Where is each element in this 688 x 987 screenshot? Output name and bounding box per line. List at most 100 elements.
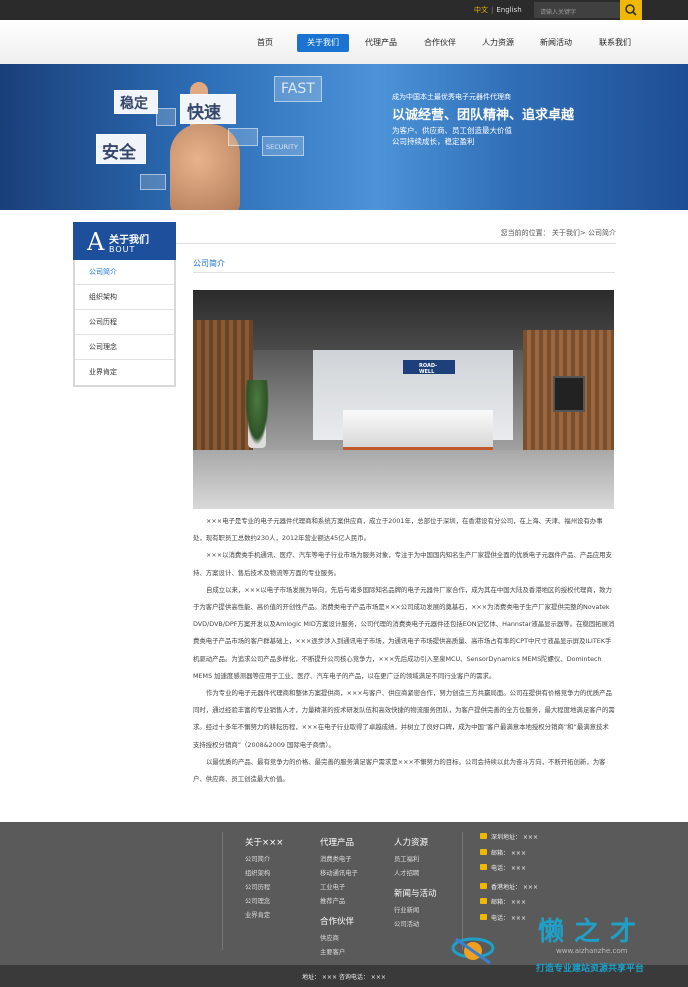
watermark-title: 懒之才 [538, 917, 647, 947]
office-photo: ROAD-WELL [193, 290, 614, 509]
mail-icon [480, 898, 487, 904]
nav-item-hr[interactable]: 人力资源 [477, 34, 519, 52]
sidebar-item-philosophy[interactable]: 公司理念 [75, 335, 174, 360]
article-paragraph: ×××电子是专业的电子元器件代理商和系统方案供应商，成立于2001年，总部位于深… [193, 517, 603, 543]
banner-slogan: 成为中国本土最优秀电子元器件代理商 以诚经营、团队精神、追求卓越 为客户、供应商… [392, 92, 574, 147]
banner-tile-blank [228, 128, 258, 146]
sidebar-header-letter: A [87, 228, 105, 256]
contact-text: 邮箱： ××× [491, 849, 526, 857]
article-body: ×××电子是专业的电子元器件代理商和系统方案供应商，成立于2001年，总部位于深… [193, 513, 615, 788]
contact-text: 深圳地址： ××× [491, 834, 538, 841]
article-paragraph: ×××以消费类手机通讯、医疗、汽车等电子行业市场为服务对象，专注于为中国国内知名… [193, 551, 612, 577]
section-title: 公司简介 [193, 258, 225, 273]
sidebar-item-structure[interactable]: 组织架构 [75, 285, 174, 310]
contact-line: 邮箱： ××× [480, 846, 538, 862]
banner-headline: 以诚经营、团队精神、追求卓越 [392, 108, 575, 123]
nav-item-partners[interactable]: 合作伙伴 [419, 34, 461, 52]
sidebar-header-subtitle: BOUT [109, 245, 136, 254]
banner-tile-secure: 安全 [96, 134, 146, 164]
sidebar-item-recognition[interactable]: 业界肯定 [75, 360, 174, 385]
footer-link[interactable]: 组织架构 [245, 867, 283, 881]
footer-link[interactable]: 消费类电子 [320, 853, 358, 867]
sidebar-menu: 公司简介 组织架构 公司历程 公司理念 业界肯定 [73, 260, 176, 387]
footer-heading: 代理产品 [320, 838, 355, 848]
watermark-slogan: 打造专业建站资源共享平台 [536, 964, 645, 974]
search-button[interactable] [620, 0, 642, 20]
footer-link[interactable]: 行业新闻 [394, 904, 437, 918]
banner-line-1: 为客户、供应商、员工创造最大价值 [392, 126, 512, 135]
footer-link[interactable]: 业界肯定 [245, 909, 283, 923]
banner-line-2: 公司持续成长，稳定盈利 [392, 137, 475, 146]
nav-item-products[interactable]: 代理产品 [360, 34, 402, 52]
footer-col-about: 关于××× 公司简介 组织架构 公司历程 公司理念 业界肯定 [245, 836, 283, 923]
footer-link[interactable]: 公司理念 [245, 895, 283, 909]
footer-heading: 新闻与活动 [394, 889, 437, 899]
watermark: 懒之才 www.aizhanzhe.com 打造专业建站资源共享平台 [450, 905, 688, 985]
watermark-logo-icon [451, 937, 495, 965]
footer-link[interactable]: 工业电子 [320, 881, 358, 895]
bottom-address: 地址： ××× 咨询电话： ××× [302, 974, 386, 981]
contact-line: 电话： ××× [480, 861, 538, 877]
footer-link[interactable]: 人才招聘 [394, 867, 437, 881]
watermark-url: www.aizhanzhe.com [556, 947, 628, 955]
breadcrumb: 您当前的位置： 关于我们> 公司简介 [500, 229, 616, 237]
footer-heading: 合作伙伴 [320, 917, 355, 927]
article-paragraph: 作为专业的电子元器件代理商和整体方案提供商，×××与客户、供应商紧密合作，努力创… [193, 689, 615, 749]
nav-item-news[interactable]: 新闻活动 [535, 34, 577, 52]
footer-link[interactable]: 公司活动 [394, 918, 437, 932]
footer-link[interactable]: 公司简介 [245, 853, 283, 867]
location-icon [480, 833, 487, 839]
banner-tile-security: SECURITY [262, 136, 304, 156]
banner-tile-fast-cn: 快速 [180, 94, 236, 124]
nav-item-contact[interactable]: 联系我们 [594, 34, 636, 52]
footer-divider [222, 832, 223, 950]
banner-tile-fast-en: FAST [274, 76, 322, 102]
contact-line: 香港地址： ××× [480, 880, 538, 896]
photo-plant [245, 380, 269, 445]
contact-line: 深圳地址： ××× [480, 830, 538, 846]
contact-text: 电话： ××× [491, 865, 526, 872]
footer-link[interactable]: 主要客户 [320, 946, 358, 960]
article-paragraph: 自成立以来，×××以电子市场发展为导向，先后与诸多国际知名品牌的电子元器件厂家合… [193, 585, 615, 680]
sidebar-header-title: 关于我们 [109, 235, 149, 246]
footer-col-products: 代理产品 消费类电子 移动通讯电子 工业电子 推荐产品 合作伙伴 供应商 主要客… [320, 836, 358, 960]
footer-link[interactable]: 供应商 [320, 932, 358, 946]
banner-tile-blank [140, 174, 166, 190]
footer-heading: 人力资源 [394, 838, 429, 848]
sidebar-item-history[interactable]: 公司历程 [75, 310, 174, 335]
photo-wall-left [193, 320, 253, 460]
footer-col-hr: 人力资源 员工福利 人才招聘 新闻与活动 行业新闻 公司活动 [394, 836, 437, 932]
search-icon [625, 4, 637, 16]
nav-item-about[interactable]: 关于我们 [297, 34, 349, 52]
language-switcher: 中文 | English [474, 5, 522, 15]
footer-link[interactable]: 推荐产品 [320, 895, 358, 909]
footer-link[interactable]: 员工福利 [394, 853, 437, 867]
hero-banner: 稳定 快速 FAST 安全 SECURITY 成为中国本土最优秀电子元器件代理商… [0, 64, 688, 210]
photo-logo-sign: ROAD-WELL [403, 360, 455, 375]
lang-separator: | [491, 6, 494, 14]
banner-tile-blank [156, 108, 176, 126]
nav-item-home[interactable]: 首页 [250, 34, 280, 52]
photo-floor [193, 450, 614, 509]
location-icon [480, 882, 487, 889]
lang-en-link[interactable]: English [496, 6, 521, 14]
footer-link[interactable]: 移动通讯电子 [320, 867, 358, 881]
banner-subtitle: 成为中国本土最优秀电子元器件代理商 [392, 93, 511, 101]
top-bar: 中文 | English 请输入关键字 [0, 0, 688, 20]
breadcrumb-bar: 您当前的位置： 关于我们> 公司简介 [176, 222, 616, 244]
section-divider [193, 272, 615, 273]
sidebar-item-intro[interactable]: 公司简介 [75, 260, 174, 285]
search-input[interactable]: 请输入关键字 [534, 2, 620, 18]
footer-heading: 关于××× [245, 838, 284, 848]
phone-icon [480, 864, 487, 870]
main-nav: 首页 关于我们 代理产品 合作伙伴 人力资源 新闻活动 联系我们 [0, 34, 688, 52]
lang-zh-link[interactable]: 中文 [474, 6, 488, 14]
banner-tile-stable: 稳定 [114, 90, 158, 114]
article-paragraph: 以最优质的产品、最有竞争力的价格、最完善的服务满足客户需求是×××不懈努力的目标… [193, 757, 606, 784]
photo-reception-desk [343, 410, 493, 450]
sidebar-header: A 关于我们 BOUT [73, 222, 176, 260]
header: 首页 关于我们 代理产品 合作伙伴 人力资源 新闻活动 联系我们 [0, 20, 688, 64]
mail-icon [480, 848, 487, 855]
photo-tv-screen [553, 376, 585, 412]
footer-link[interactable]: 公司历程 [245, 881, 283, 895]
